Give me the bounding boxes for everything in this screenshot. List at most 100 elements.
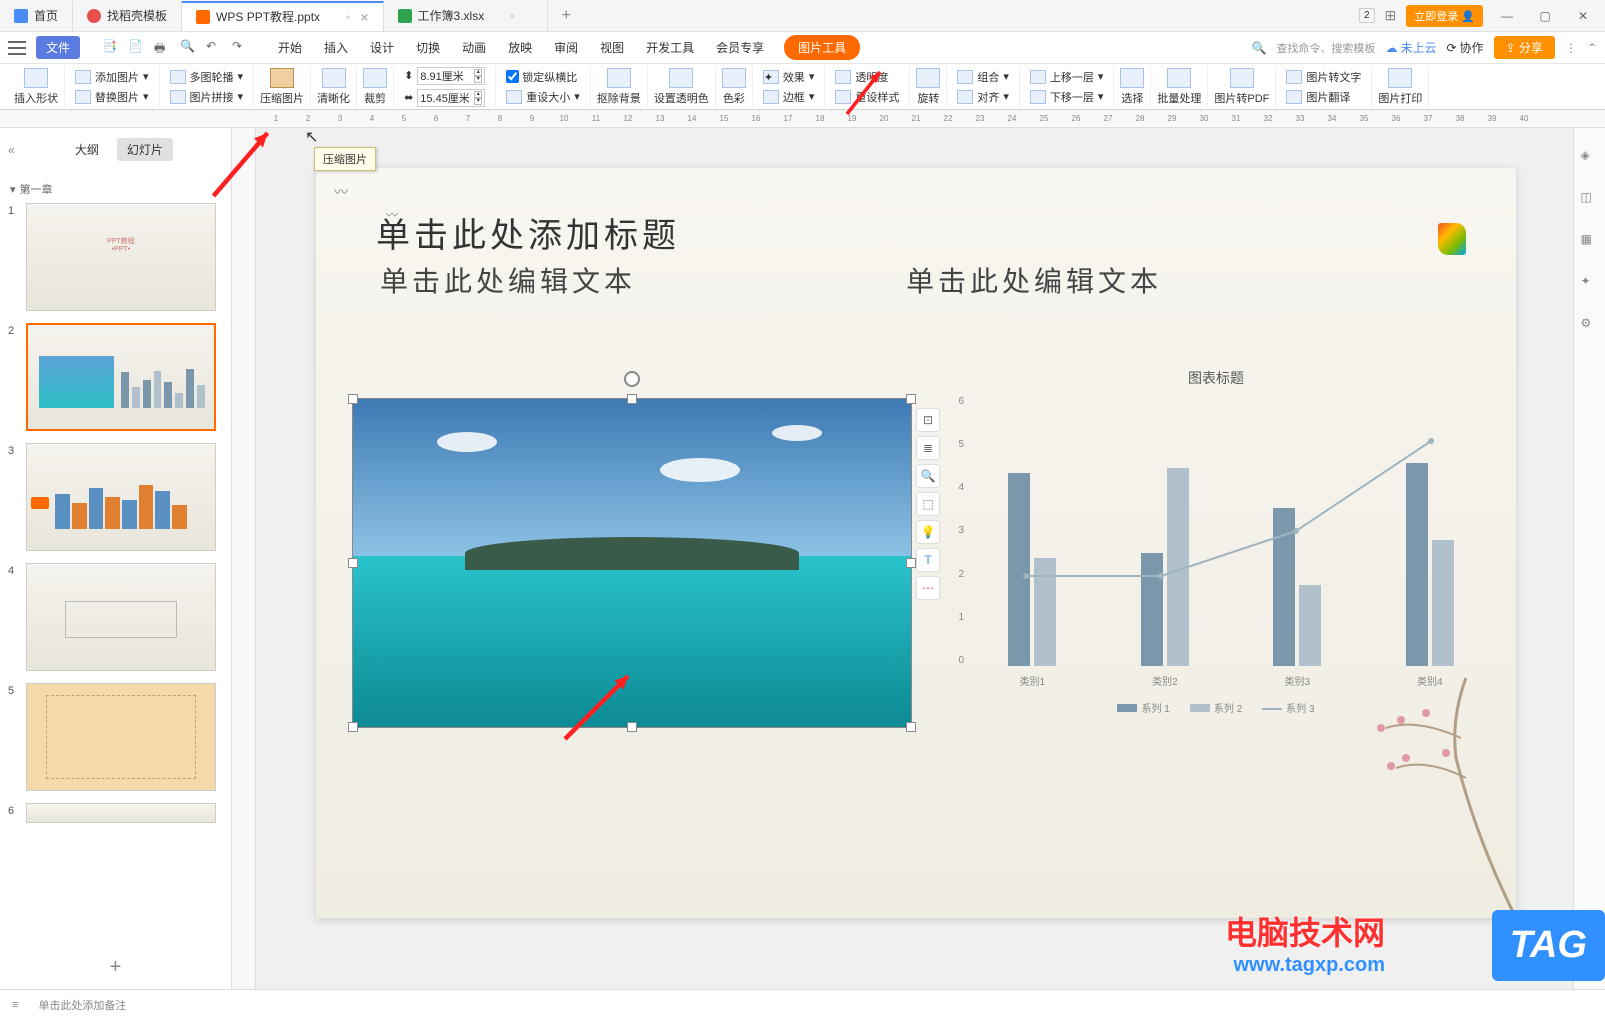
collapse-ribbon-icon[interactable]: ⌃	[1587, 41, 1597, 55]
slide-canvas-area[interactable]: 〰 〰 单击此处添加标题 单击此处编辑文本 单击此处编辑文本	[256, 128, 1573, 989]
remove-bg-button[interactable]: 抠除背景	[597, 68, 641, 106]
tab-design[interactable]: 设计	[368, 35, 396, 60]
transparent-color-button[interactable]: 设置透明色	[654, 68, 709, 106]
add-image-button[interactable]: 添加图片▾	[71, 68, 153, 86]
translate-button[interactable]: 图片翻译	[1282, 88, 1354, 106]
to-pdf-button[interactable]: 图片转PDF	[1214, 68, 1269, 106]
tab-home[interactable]: 首页	[0, 1, 73, 31]
select-button[interactable]: 选择	[1120, 68, 1144, 106]
rotate-handle[interactable]	[624, 371, 640, 387]
image-tile-button[interactable]: 图片拼接▾	[166, 88, 248, 106]
diamond-icon[interactable]: ◈	[1581, 148, 1599, 166]
slide-thumbnail-3[interactable]: 3	[8, 443, 223, 551]
animation-icon[interactable]: ✦	[1581, 274, 1599, 292]
step-down-icon[interactable]: ▾	[474, 76, 482, 83]
lock-checkbox[interactable]	[506, 70, 519, 83]
outline-tab[interactable]: 大纲	[65, 138, 109, 161]
redo-icon[interactable]: ↷	[232, 39, 250, 57]
tab-templates[interactable]: 找稻壳模板	[73, 1, 182, 31]
file-menu[interactable]: 文件	[36, 36, 80, 59]
maximize-button[interactable]: ▢	[1531, 2, 1559, 30]
apps-icon[interactable]: ⊞	[1385, 7, 1397, 24]
print-icon[interactable]: 🖶	[154, 39, 172, 57]
slide-thumbnail-1[interactable]: 1 PPT教程•PPT•	[8, 203, 223, 311]
minimize-button[interactable]: —	[1493, 2, 1521, 30]
sharpen-button[interactable]: 清晰化	[317, 68, 350, 106]
group-button[interactable]: 组合▾	[953, 68, 1013, 86]
tab-developer[interactable]: 开发工具	[644, 35, 696, 60]
search-icon[interactable]: 🔍	[1251, 41, 1266, 55]
hamburger-icon[interactable]	[8, 41, 26, 55]
search-commands[interactable]: 查找命令、搜索模板	[1276, 40, 1375, 56]
move-down-button[interactable]: 下移一层▾	[1026, 88, 1108, 106]
tab-transition[interactable]: 切换	[414, 35, 442, 60]
tab-slideshow[interactable]: 放映	[506, 35, 534, 60]
resize-handle[interactable]	[906, 394, 916, 404]
batch-button[interactable]: 批量处理	[1157, 68, 1201, 106]
slide-thumbnail-6[interactable]: 6	[8, 803, 223, 823]
undo-icon[interactable]: ↶	[206, 39, 224, 57]
tab-picture-tools[interactable]: 图片工具	[784, 35, 860, 60]
collab-button[interactable]: ⟳ 协作	[1446, 39, 1483, 56]
tab-current-file[interactable]: WPS PPT教程.pptx ▫ ×	[182, 1, 383, 31]
print-preview-icon[interactable]: 🔍	[180, 39, 198, 57]
tab-start[interactable]: 开始	[276, 35, 304, 60]
step-up-icon[interactable]: ▴	[474, 91, 482, 98]
slides-tab[interactable]: 幻灯片	[117, 138, 173, 161]
slide-thumbnail-5[interactable]: 5	[8, 683, 223, 791]
tab-menu-icon[interactable]: ▫	[346, 10, 350, 24]
text-placeholder-left[interactable]: 单击此处编辑文本	[380, 260, 636, 300]
badge-icon[interactable]: 2	[1359, 8, 1375, 23]
resize-handle[interactable]	[906, 722, 916, 732]
tab-animation[interactable]: 动画	[460, 35, 488, 60]
color-button[interactable]: 色彩	[722, 68, 746, 106]
new-tab-button[interactable]: +	[548, 1, 585, 31]
cloud-button[interactable]: ☁ 未上云	[1385, 39, 1436, 56]
close-button[interactable]: ✕	[1569, 2, 1597, 30]
notes-icon[interactable]: ≡	[12, 999, 18, 1011]
print-image-button[interactable]: 图片打印	[1378, 68, 1422, 106]
rotate-button[interactable]: 旋转	[916, 68, 940, 106]
step-down-icon[interactable]: ▾	[474, 98, 482, 105]
to-text-button[interactable]: 图片转文字	[1282, 68, 1365, 86]
tab-view[interactable]: 视图	[598, 35, 626, 60]
slide-thumbnail-4[interactable]: 4	[8, 563, 223, 671]
resize-handle[interactable]	[348, 722, 358, 732]
tab-review[interactable]: 审阅	[552, 35, 580, 60]
step-up-icon[interactable]: ▴	[474, 69, 482, 76]
style-icon[interactable]: ◫	[1581, 190, 1599, 208]
reset-size-button[interactable]: 重设大小▾	[502, 88, 584, 106]
lock-ratio-checkbox[interactable]: 锁定纵横比	[502, 68, 581, 86]
chevron-down-icon[interactable]: ⋮	[1565, 41, 1577, 55]
align-button[interactable]: 对齐▾	[953, 88, 1013, 106]
tab-insert[interactable]: 插入	[322, 35, 350, 60]
save-as-icon[interactable]: 📄	[128, 39, 146, 57]
section-header[interactable]: ▾第一章	[8, 175, 223, 203]
share-button[interactable]: ⇪ 分享	[1494, 36, 1555, 59]
notes-placeholder[interactable]: 单击此处添加备注	[38, 997, 1593, 1013]
border-button[interactable]: 边框▾	[759, 88, 819, 106]
login-button[interactable]: 立即登录 👤	[1406, 5, 1483, 27]
slide-thumbnail-2[interactable]: 2	[8, 323, 223, 431]
save-icon[interactable]: 📑	[102, 39, 120, 57]
crop-button[interactable]: 裁剪	[363, 68, 387, 106]
settings-icon[interactable]: ▦	[1581, 232, 1599, 250]
tab-member[interactable]: 会员专享	[714, 35, 766, 60]
resize-handle[interactable]	[627, 394, 637, 404]
resize-handle[interactable]	[348, 558, 358, 568]
resize-handle[interactable]	[906, 558, 916, 568]
resize-handle[interactable]	[348, 394, 358, 404]
text-placeholder-right[interactable]: 单击此处编辑文本	[906, 260, 1162, 300]
compress-image-button[interactable]: 压缩图片	[260, 68, 304, 106]
tab-workbook[interactable]: 工作簿3.xlsx ▫ ×	[384, 1, 548, 31]
width-input[interactable]: 8.91厘米▴▾	[417, 67, 485, 85]
height-input[interactable]: 15.45厘米▴▾	[417, 89, 485, 107]
replace-image-button[interactable]: 替换图片▾	[71, 88, 153, 106]
multi-outline-button[interactable]: 多图轮播▾	[166, 68, 248, 86]
effect-button[interactable]: ✦效果▾	[759, 68, 819, 86]
add-slide-button[interactable]: +	[0, 946, 231, 989]
title-placeholder[interactable]: 单击此处添加标题	[376, 208, 680, 257]
move-up-button[interactable]: 上移一层▾	[1026, 68, 1108, 86]
collapse-icon[interactable]: «	[8, 143, 15, 157]
tools-icon[interactable]: ⚙	[1581, 316, 1599, 334]
